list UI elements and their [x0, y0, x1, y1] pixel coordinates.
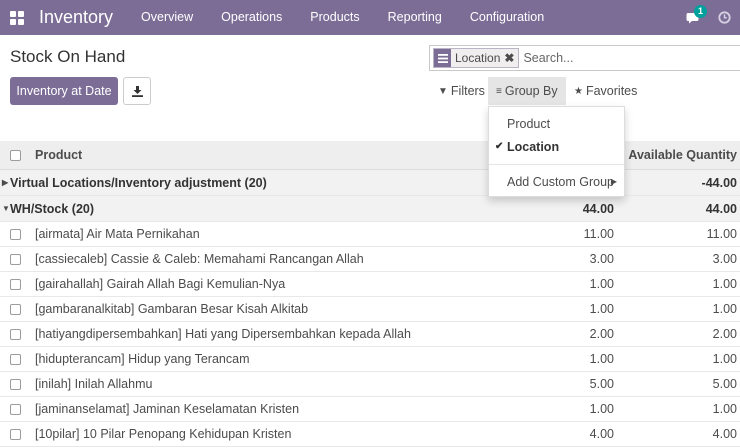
- inventory-at-date-button[interactable]: Inventory at Date: [10, 77, 118, 105]
- available-quantity-cell: 1.00: [712, 402, 737, 416]
- row-checkbox[interactable]: [10, 404, 21, 415]
- table-row[interactable]: [gambaranalkitab] Gambaran Besar Kisah A…: [0, 297, 740, 322]
- page-title: Stock On Hand: [10, 47, 126, 66]
- quantity-cell: 2.00: [589, 327, 614, 341]
- row-checkbox[interactable]: [10, 229, 21, 240]
- table-row[interactable]: [hatiyangdipersembahkan] Hati yang Diper…: [0, 322, 740, 347]
- groupby-button[interactable]: ≡ Group By: [488, 77, 566, 105]
- group-available-qty: -44.00: [701, 176, 737, 190]
- apps-menu-icon[interactable]: [0, 0, 34, 35]
- menu-operations[interactable]: Operations: [207, 0, 296, 35]
- row-checkbox[interactable]: [10, 254, 21, 265]
- product-cell: [gambaranalkitab] Gambaran Besar Kisah A…: [35, 302, 309, 316]
- quantity-cell: 5.00: [589, 377, 614, 391]
- available-quantity-cell: 5.00: [712, 377, 737, 391]
- quantity-cell: 3.00: [589, 252, 614, 266]
- caret-right-icon: ▶: [610, 177, 617, 186]
- table-row[interactable]: [10pilar] 10 Pilar Penopang Kehidupan Kr…: [0, 422, 740, 447]
- available-quantity-cell: 1.00: [712, 302, 737, 316]
- row-checkbox[interactable]: [10, 429, 21, 440]
- table-row[interactable]: [airmata] Air Mata Pernikahan 11.00 11.0…: [0, 222, 740, 247]
- group-qty: 44.00: [582, 202, 614, 216]
- product-cell: [cassiecaleb] Cassie & Caleb: Memahami R…: [35, 252, 364, 266]
- table-row[interactable]: [jaminanselamat] Jaminan Keselamatan Kri…: [0, 397, 740, 422]
- caret-right-icon: ▶: [2, 178, 9, 187]
- available-quantity-cell: 1.00: [712, 277, 737, 291]
- available-quantity-cell: 2.00: [712, 327, 737, 341]
- row-checkbox[interactable]: [10, 279, 21, 290]
- select-all-checkbox[interactable]: [10, 150, 21, 161]
- groupby-facet-icon: [434, 49, 451, 67]
- table-header: Product Available Quantity: [0, 141, 740, 170]
- filters-button[interactable]: ▼ Filters: [433, 77, 485, 105]
- group-label: Virtual Locations/Inventory adjustment (…: [10, 176, 267, 190]
- search-bar: Location ✖: [429, 45, 740, 71]
- app-name[interactable]: Inventory: [39, 7, 113, 28]
- groupby-option-location[interactable]: ✔ Location: [489, 137, 624, 157]
- facet-label: Location: [455, 51, 501, 65]
- check-icon: ✔: [495, 141, 504, 152]
- available-quantity-cell: 4.00: [712, 427, 737, 441]
- groupby-dropdown: Product ✔ Location Add Custom Group ▶: [488, 106, 625, 197]
- bars-icon: ≡: [496, 85, 502, 97]
- quantity-cell: 1.00: [589, 352, 614, 366]
- menu-products[interactable]: Products: [296, 0, 373, 35]
- table-row[interactable]: [inilah] Inilah Allahmu 5.00 5.00: [0, 372, 740, 397]
- available-quantity-cell: 1.00: [712, 352, 737, 366]
- add-custom-group-label: Add Custom Group: [507, 175, 614, 189]
- row-checkbox[interactable]: [10, 379, 21, 390]
- stock-table: Product Available Quantity ▶ Virtual Loc…: [0, 141, 740, 447]
- groupby-option-location-label: Location: [507, 140, 560, 154]
- table-row[interactable]: [hidupterancam] Hidup yang Terancam 1.00…: [0, 347, 740, 372]
- dropdown-divider: [489, 164, 624, 165]
- group-label: WH/Stock (20): [10, 202, 95, 216]
- search-facet-location: Location ✖: [433, 48, 520, 68]
- product-cell: [hatiyangdipersembahkan] Hati yang Diper…: [35, 327, 411, 341]
- top-navbar: Inventory Overview Operations Products R…: [0, 0, 740, 35]
- group-available-qty: 44.00: [705, 202, 737, 216]
- product-cell: [inilah] Inilah Allahmu: [35, 377, 153, 391]
- activity-button[interactable]: [708, 0, 740, 35]
- row-checkbox[interactable]: [10, 354, 21, 365]
- menu-configuration[interactable]: Configuration: [456, 0, 558, 35]
- messages-button[interactable]: 1: [678, 0, 708, 35]
- column-header-product[interactable]: Product: [35, 141, 82, 170]
- download-icon: [131, 85, 143, 97]
- quantity-cell: 1.00: [589, 277, 614, 291]
- group-row-wh-stock[interactable]: ▼ WH/Stock (20) 44.00 44.00: [0, 196, 740, 222]
- group-row-virtual-locations[interactable]: ▶ Virtual Locations/Inventory adjustment…: [0, 170, 740, 196]
- clock-icon: [717, 11, 731, 24]
- available-quantity-cell: 11.00: [706, 227, 737, 241]
- column-header-available-quantity[interactable]: Available Quantity: [628, 141, 737, 170]
- download-button[interactable]: [123, 77, 151, 105]
- menu-reporting[interactable]: Reporting: [374, 0, 456, 35]
- table-row[interactable]: [cassiecaleb] Cassie & Caleb: Memahami R…: [0, 247, 740, 272]
- filters-label: Filters: [450, 84, 485, 98]
- messages-count-badge: 1: [694, 5, 708, 18]
- row-checkbox[interactable]: [10, 329, 21, 340]
- menu-overview[interactable]: Overview: [127, 0, 207, 35]
- caret-down-icon: ▼: [2, 204, 10, 213]
- quantity-cell: 4.00: [589, 427, 614, 441]
- product-cell: [gairahallah] Gairah Allah Bagi Kemulian…: [35, 277, 286, 291]
- product-cell: [jaminanselamat] Jaminan Keselamatan Kri…: [35, 402, 300, 416]
- available-quantity-cell: 3.00: [712, 252, 737, 266]
- favorites-button[interactable]: ★ Favorites: [568, 77, 638, 105]
- groupby-option-product[interactable]: Product: [489, 114, 624, 134]
- favorites-label: Favorites: [585, 84, 638, 98]
- groupby-label: Group By: [504, 84, 558, 98]
- product-cell: [airmata] Air Mata Pernikahan: [35, 227, 200, 241]
- filter-icon: ▼: [438, 85, 448, 97]
- product-cell: [10pilar] 10 Pilar Penopang Kehidupan Kr…: [35, 427, 292, 441]
- search-input[interactable]: [523, 51, 724, 65]
- quantity-cell: 11.00: [583, 227, 614, 241]
- star-icon: ★: [574, 85, 583, 97]
- quantity-cell: 1.00: [589, 402, 614, 416]
- facet-remove-icon[interactable]: ✖: [504, 51, 518, 65]
- product-cell: [hidupterancam] Hidup yang Terancam: [35, 352, 250, 366]
- row-checkbox[interactable]: [10, 304, 21, 315]
- quantity-cell: 1.00: [589, 302, 614, 316]
- table-row[interactable]: [gairahallah] Gairah Allah Bagi Kemulian…: [0, 272, 740, 297]
- add-custom-group[interactable]: Add Custom Group ▶: [489, 172, 624, 192]
